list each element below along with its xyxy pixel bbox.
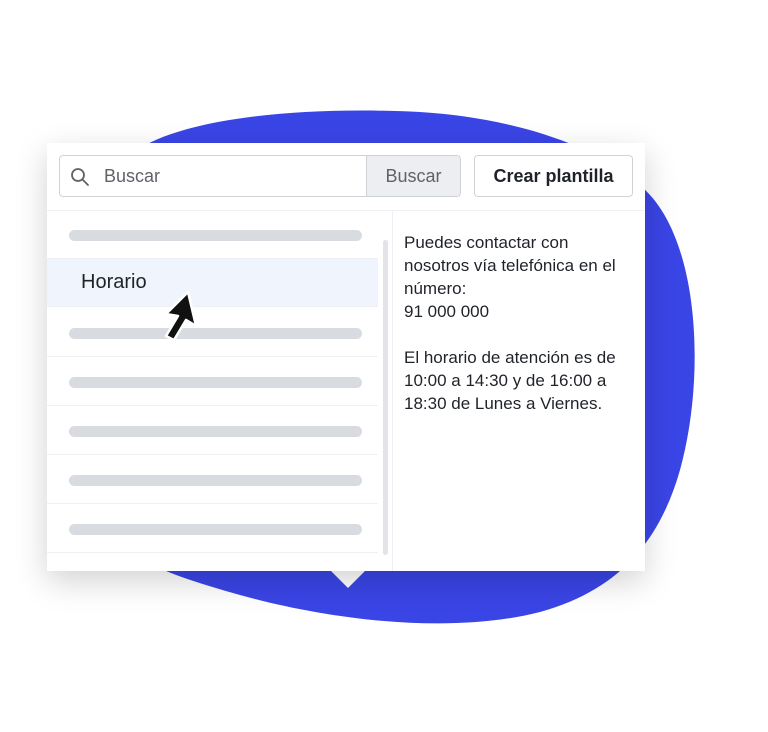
list-item[interactable] — [47, 407, 378, 455]
preview-line: 10:00 a 14:30 y de 16:00 a — [404, 371, 607, 390]
list-item[interactable] — [47, 456, 378, 504]
preview-line: número: — [404, 279, 467, 298]
list-item[interactable] — [47, 358, 378, 406]
column-divider — [392, 211, 393, 571]
list-item[interactable] — [47, 211, 378, 259]
preview-line: 18:30 de Lunes a Viernes. — [404, 394, 603, 413]
list-item-placeholder — [69, 524, 362, 535]
list-scrollbar[interactable] — [383, 240, 388, 555]
search-icon — [71, 168, 89, 186]
list-item-placeholder — [69, 426, 362, 437]
list-item-horario[interactable]: Horario — [47, 259, 378, 307]
phone-number: 91 000 000 — [404, 302, 490, 321]
preview-line: El horario de atención es de — [404, 348, 616, 367]
template-panel: Buscar Crear plantilla Horario Puedes co… — [47, 143, 645, 571]
list-item-placeholder — [69, 328, 362, 339]
create-template-button[interactable]: Crear plantilla — [474, 155, 633, 197]
preview-line: Puedes contactar con — [404, 233, 569, 252]
popover-tail — [330, 570, 366, 588]
mouse-pointer-icon — [164, 290, 198, 342]
list-item-placeholder — [69, 230, 362, 241]
toolbar: Buscar Crear plantilla — [47, 143, 645, 211]
list-item-placeholder — [69, 377, 362, 388]
search-field: Buscar — [59, 155, 461, 197]
schedule-paragraph: El horario de atención es de 10:00 a 14:… — [404, 346, 636, 415]
list-item[interactable] — [47, 505, 378, 553]
list-item-label: Horario — [81, 271, 147, 293]
list-item[interactable] — [47, 309, 378, 357]
template-preview: Puedes contactar con nosotros vía telefó… — [404, 231, 636, 438]
list-item-placeholder — [69, 475, 362, 486]
contact-paragraph: Puedes contactar con nosotros vía telefó… — [404, 231, 636, 323]
preview-line: nosotros vía telefónica en el — [404, 256, 616, 275]
search-input[interactable] — [104, 156, 364, 196]
search-button[interactable]: Buscar — [366, 156, 460, 196]
template-list: Horario — [47, 211, 378, 571]
